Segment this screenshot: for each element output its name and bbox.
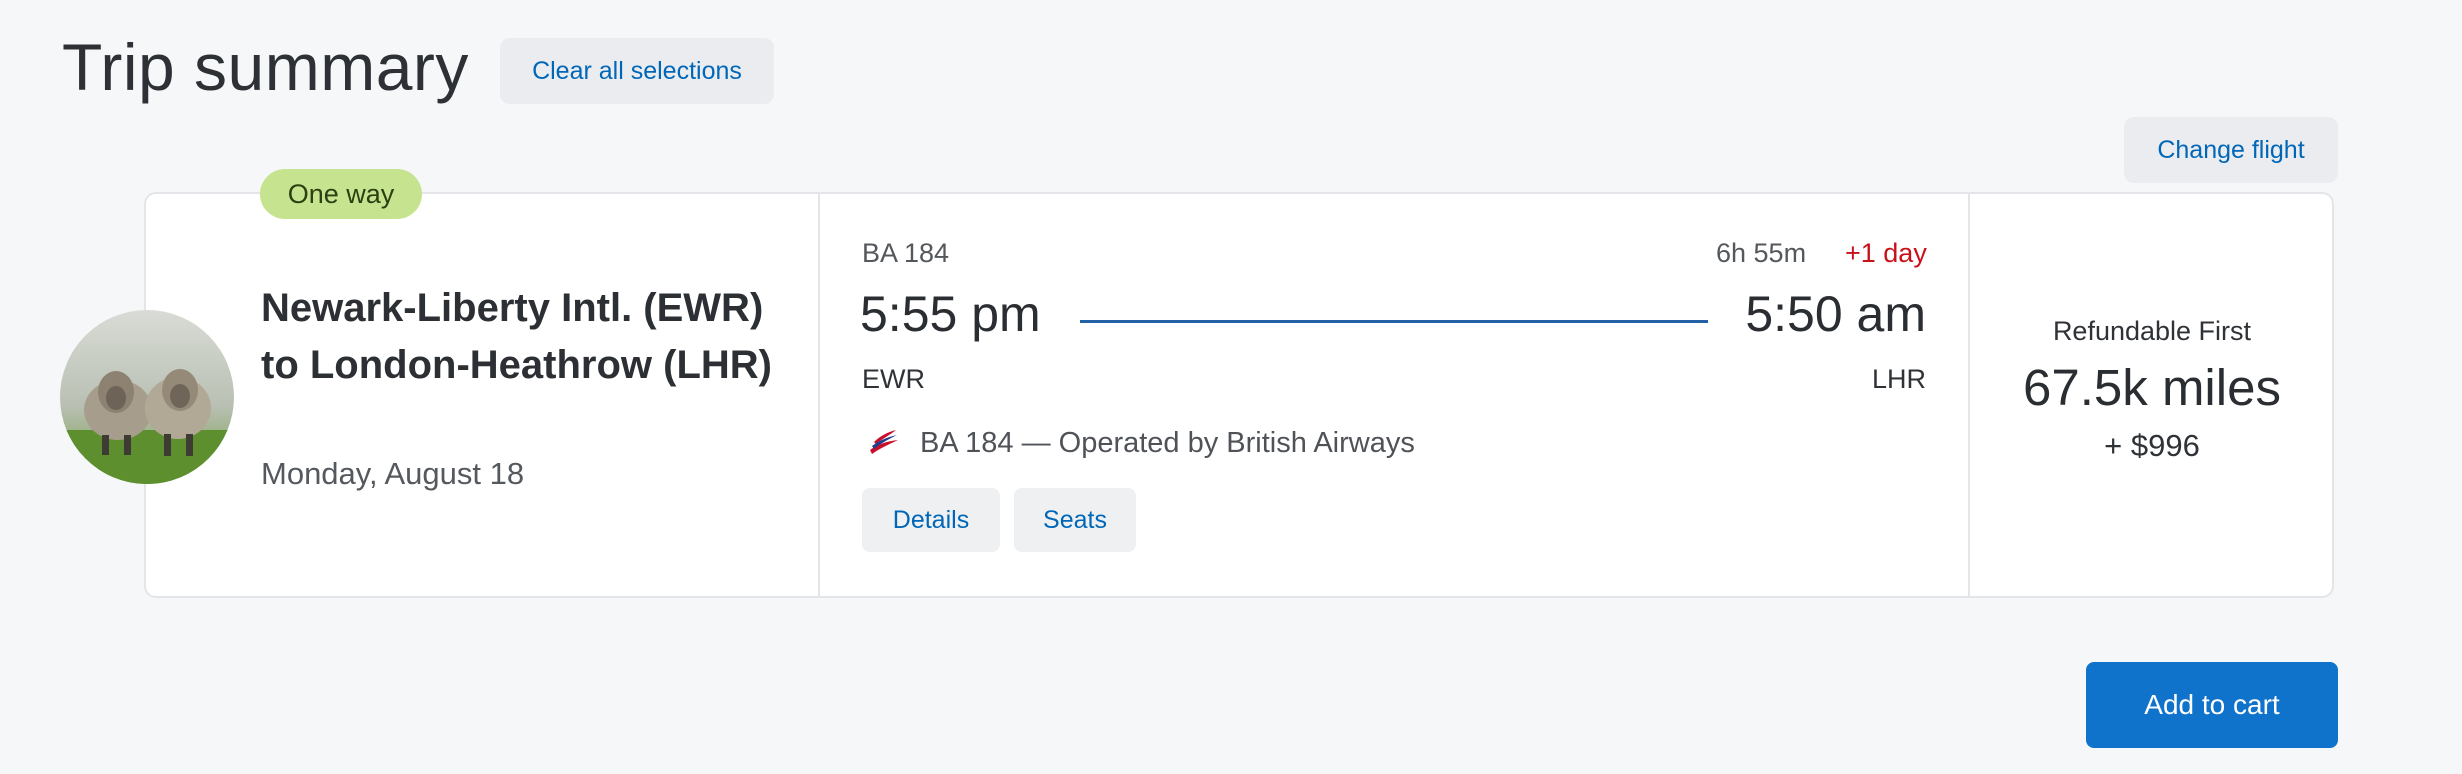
card-divider	[818, 194, 820, 596]
seats-button[interactable]: Seats	[1014, 488, 1136, 552]
route-title: Newark-Liberty Intl. (EWR) to London-Hea…	[261, 286, 772, 387]
fare-class: Refundable First	[2052, 316, 2252, 346]
operated-by-text: BA 184 — Operated by British Airways	[920, 427, 1415, 459]
arrival-time: 5:50 am	[1745, 286, 1926, 342]
departure-time: 5:55 pm	[860, 286, 1041, 342]
trip-type-badge: One way	[260, 169, 422, 219]
flight-number: BA 184	[862, 238, 950, 268]
departure-airport-code: EWR	[862, 364, 925, 394]
add-to-cart-button[interactable]: Add to cart	[2086, 662, 2338, 748]
details-button[interactable]: Details	[862, 488, 1000, 552]
arrival-airport-code: LHR	[1871, 364, 1926, 394]
flight-path-line	[1080, 320, 1708, 323]
travel-date: Monday, August 18	[261, 456, 525, 491]
fare-miles: 67.5k miles	[2023, 359, 2281, 416]
page-title: Trip summary	[62, 30, 469, 104]
day-change-indicator: +1 day	[1845, 238, 1927, 268]
fare-cash: + $996	[2104, 428, 2200, 463]
destination-image	[60, 310, 234, 484]
british-airways-logo-icon	[866, 424, 902, 460]
change-flight-button[interactable]: Change flight	[2124, 117, 2338, 183]
clear-all-selections-button[interactable]: Clear all selections	[500, 38, 774, 104]
flight-duration: 6h 55m	[1716, 238, 1807, 268]
